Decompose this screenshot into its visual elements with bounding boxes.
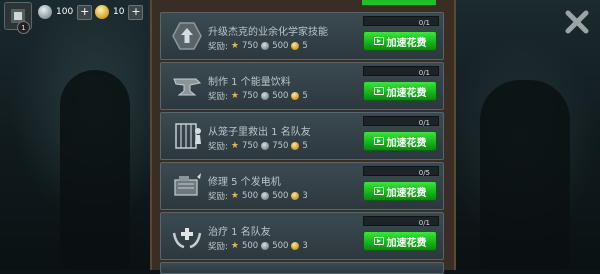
add-silver-button[interactable]: + <box>77 4 93 20</box>
gold-coin-icon <box>291 92 300 100</box>
video-icon <box>373 237 384 245</box>
quest-progress-bar: 0/1 <box>363 116 439 127</box>
video-icon <box>373 87 384 95</box>
gear-coin-icon <box>261 192 270 200</box>
quest-progress-bar: 0/5 <box>363 166 439 177</box>
quest-reward: 奖励: ★ 500 500 3 <box>208 191 308 202</box>
speed-up-button[interactable]: 加速花费 <box>363 181 437 201</box>
gear-coin-icon <box>261 242 270 250</box>
quest-title: 修理 5 个发电机 <box>208 177 281 188</box>
heal-hands-icon <box>168 217 206 255</box>
speed-up-button[interactable]: 加速花费 <box>363 31 437 51</box>
quest-reward: 奖励: ★ 750 500 5 <box>208 91 308 102</box>
silver-resource: 100 + <box>38 4 93 20</box>
quest-row: 从笼子里救出 1 名队友 奖励: ★ 750 750 5 0/1 加速花费 <box>160 112 444 160</box>
star-icon: ★ <box>230 241 239 251</box>
video-icon <box>373 137 384 145</box>
anvil-icon <box>168 67 206 105</box>
quest-row: 升级杰克的业余化学家技能 奖励: ★ 750 500 5 0/1 加速花费 <box>160 12 444 60</box>
left-figure-silhouette <box>60 70 130 270</box>
quest-progress-bar: 0/1 <box>363 16 439 27</box>
star-icon: ★ <box>230 141 239 151</box>
gold-coin-icon <box>291 242 300 250</box>
quest-title: 治疗 1 名队友 <box>208 227 271 238</box>
cage-rescue-icon <box>168 117 206 155</box>
right-figure-silhouette <box>480 80 570 270</box>
partial-button-top <box>362 0 436 6</box>
quest-progress-bar: 0/1 <box>363 216 439 227</box>
quest-row: 制作 1 个能量饮料 奖励: ★ 750 500 5 0/1 加速花费 <box>160 62 444 110</box>
gold-coin-icon <box>95 5 109 19</box>
gold-coin-icon <box>291 42 300 50</box>
quest-row: 修理 5 个发电机 奖励: ★ 500 500 3 0/5 加速花费 <box>160 162 444 210</box>
silver-coin-icon <box>38 5 52 19</box>
star-icon: ★ <box>230 91 239 101</box>
quest-title: 升级杰克的业余化学家技能 <box>208 27 328 38</box>
gold-coin-icon <box>291 192 300 200</box>
gear-coin-icon <box>261 92 270 100</box>
generator-icon <box>168 167 206 205</box>
silver-amount: 100 <box>56 7 74 17</box>
quest-title: 从笼子里救出 1 名队友 <box>208 127 311 138</box>
quest-reward: 奖励: ★ 750 500 5 <box>208 41 308 52</box>
portrait-level-badge: 1 <box>17 21 30 34</box>
quest-progress-bar: 0/1 <box>363 66 439 77</box>
add-gold-button[interactable]: + <box>128 4 144 20</box>
speed-up-button[interactable]: 加速花费 <box>363 131 437 151</box>
gold-coin-icon <box>291 142 300 150</box>
video-icon <box>373 187 384 195</box>
video-icon <box>373 37 384 45</box>
quest-reward: 奖励: ★ 750 750 5 <box>208 141 308 152</box>
quest-title: 制作 1 个能量饮料 <box>208 77 291 88</box>
gear-coin-icon <box>261 42 270 50</box>
speed-up-button[interactable]: 加速花费 <box>363 81 437 101</box>
upgrade-arrow-icon <box>168 17 206 55</box>
quest-reward: 奖励: ★ 500 500 3 <box>208 241 308 252</box>
speed-up-button[interactable]: 加速花费 <box>363 231 437 251</box>
gold-resource: 10 + <box>95 4 144 20</box>
star-icon: ★ <box>230 191 239 201</box>
quest-row-partial <box>160 262 444 274</box>
gold-amount: 10 <box>113 7 125 17</box>
star-icon: ★ <box>230 41 239 51</box>
quest-row: 治疗 1 名队友 奖励: ★ 500 500 3 0/1 加速花费 <box>160 212 444 260</box>
close-icon[interactable] <box>563 8 591 36</box>
gear-coin-icon <box>261 142 270 150</box>
